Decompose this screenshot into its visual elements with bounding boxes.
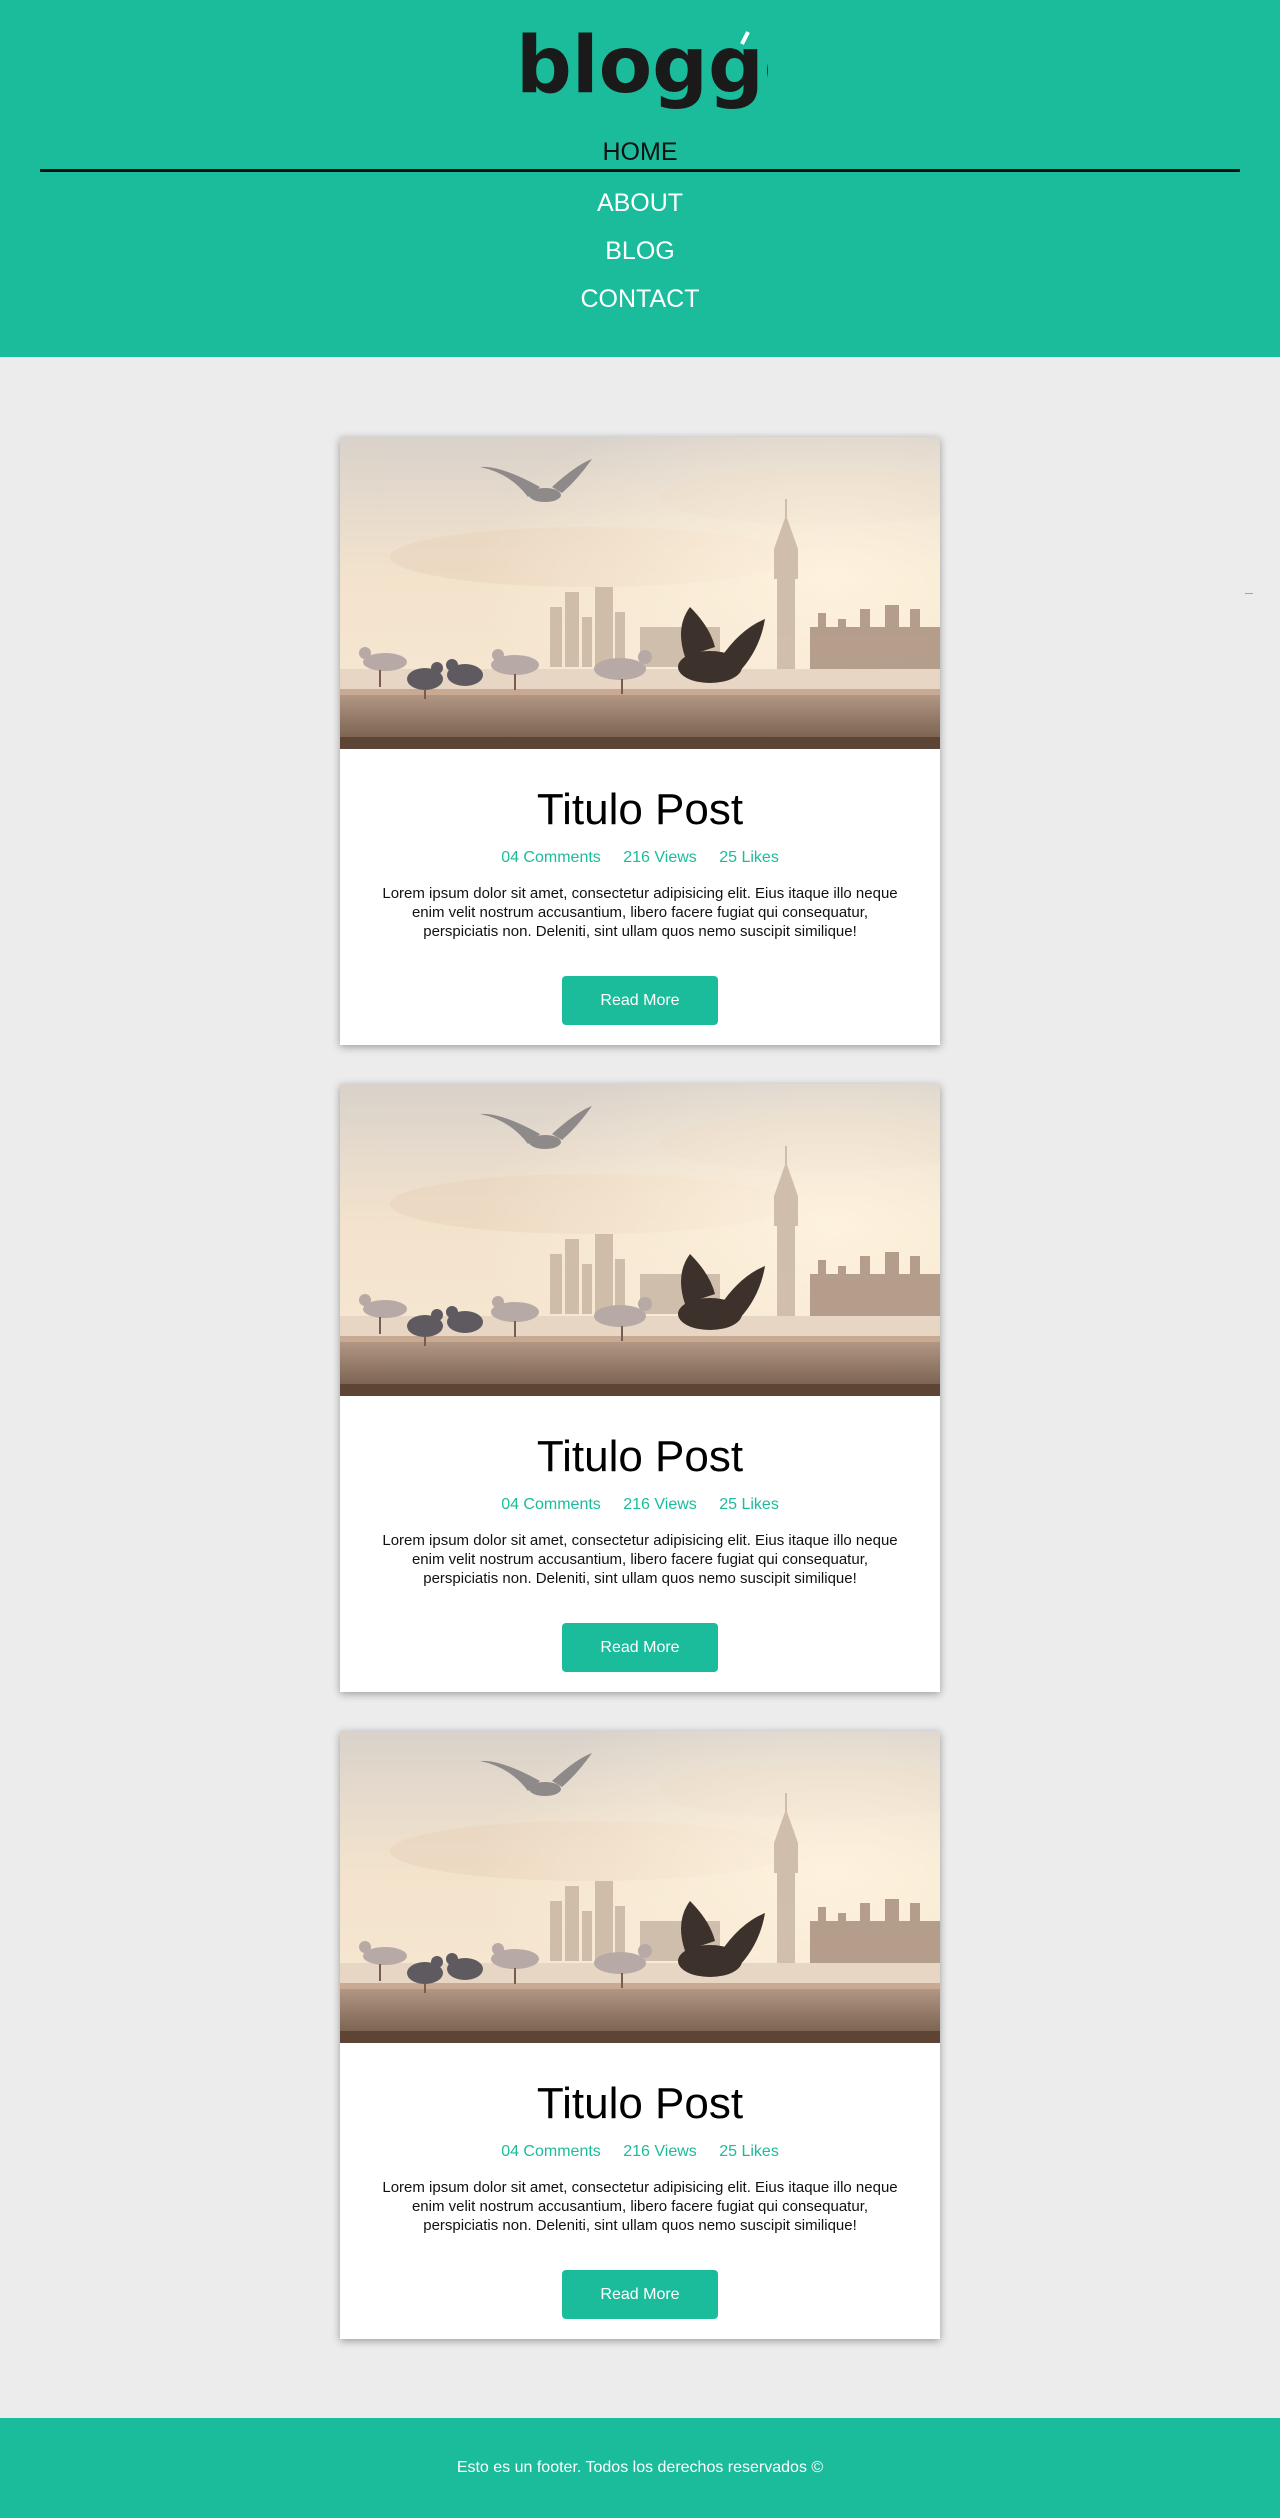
post-comments-count[interactable]: 04 Comments: [501, 849, 601, 867]
post-meta: 04 Comments 216 Views 25 Likes: [340, 2143, 940, 2161]
post-title[interactable]: Titulo Post: [340, 785, 940, 835]
read-more-button[interactable]: Read More: [562, 976, 718, 1025]
site-footer: Esto es un footer. Todos los derechos re…: [0, 2418, 1280, 2518]
post-comments-count[interactable]: 04 Comments: [501, 1496, 601, 1514]
read-more-button[interactable]: Read More: [562, 1623, 718, 1672]
nav-blog[interactable]: BLOG: [0, 237, 1280, 266]
post-title[interactable]: Titulo Post: [340, 2079, 940, 2129]
post-title[interactable]: Titulo Post: [340, 1432, 940, 1482]
post-image: [340, 437, 940, 749]
svg-text:bloggo: bloggo: [516, 22, 768, 111]
post-excerpt: Lorem ipsum dolor sit amet, consectetur …: [382, 1532, 898, 1587]
post-excerpt: Lorem ipsum dolor sit amet, consectetur …: [382, 885, 898, 940]
post-image: [340, 1084, 940, 1396]
post-likes-count[interactable]: 25 Likes: [719, 1496, 779, 1514]
post-image: [340, 1731, 940, 2043]
post-comments-count[interactable]: 04 Comments: [501, 2143, 601, 2161]
post-meta: 04 Comments 216 Views 25 Likes: [340, 1496, 940, 1514]
footer-copyright: Esto es un footer. Todos los derechos re…: [456, 2459, 824, 2476]
post-views-count: 216 Views: [623, 1496, 697, 1513]
post-card: Titulo Post 04 Comments 216 Views 25 Lik…: [340, 1731, 940, 2339]
post-likes-count[interactable]: 25 Likes: [719, 849, 779, 867]
post-views-count: 216 Views: [623, 2143, 697, 2160]
scroll-marker: [1245, 593, 1253, 594]
post-excerpt: Lorem ipsum dolor sit amet, consectetur …: [382, 2179, 898, 2234]
post-likes-count[interactable]: 25 Likes: [719, 2143, 779, 2161]
post-views-count: 216 Views: [623, 849, 697, 866]
bloggo-logo[interactable]: bloggo: [512, 22, 768, 122]
post-meta: 04 Comments 216 Views 25 Likes: [340, 849, 940, 867]
post-card: Titulo Post 04 Comments 216 Views 25 Lik…: [340, 437, 940, 1045]
nav-active-underline: [40, 169, 1240, 172]
nav-about[interactable]: ABOUT: [0, 189, 1280, 218]
nav-contact[interactable]: CONTACT: [0, 285, 1280, 314]
post-card: Titulo Post 04 Comments 216 Views 25 Lik…: [340, 1084, 940, 1692]
read-more-button[interactable]: Read More: [562, 2270, 718, 2319]
site-header: bloggo HOME ABOUT BLOG CONTACT: [0, 0, 1280, 357]
nav-home[interactable]: HOME: [0, 138, 1280, 167]
